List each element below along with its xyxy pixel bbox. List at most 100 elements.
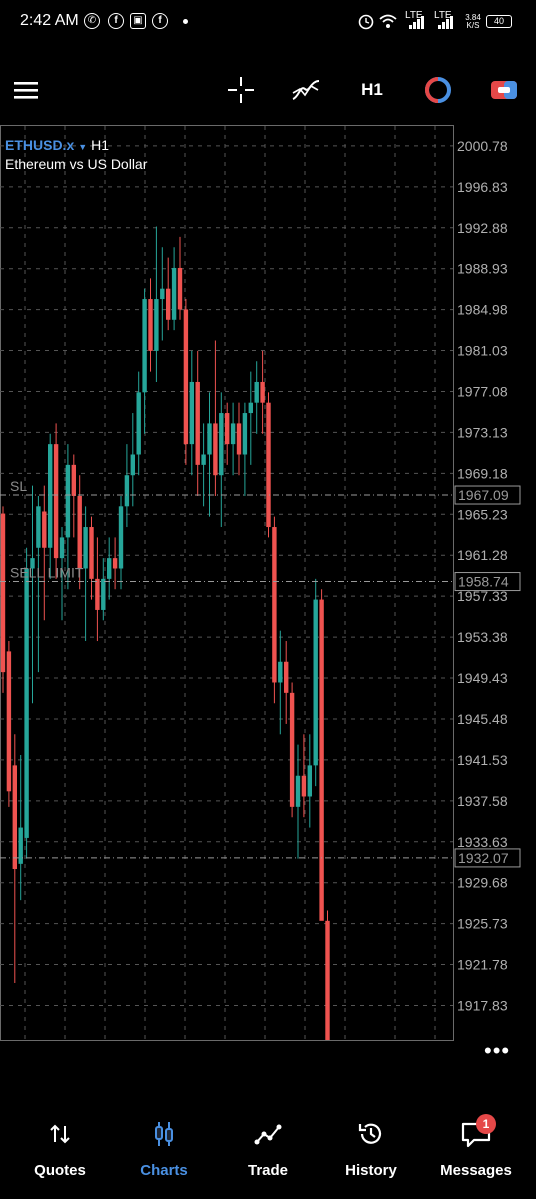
candle-body (189, 381, 194, 445)
y-tick-label: 1953.38 (457, 629, 508, 645)
y-tick-label: 1945.48 (457, 711, 508, 727)
price-level-label: SL (10, 478, 27, 494)
candle-body (142, 299, 147, 393)
quotes-icon (50, 1124, 70, 1144)
nav-messages[interactable]: Messages (428, 1100, 524, 1199)
price-level-label: SELL LIMIT (10, 565, 84, 581)
y-tick-label: 1965.23 (457, 506, 508, 522)
candle-body (177, 267, 183, 310)
candle-body (260, 381, 265, 403)
candle-body (195, 381, 200, 465)
candle-body (272, 527, 277, 683)
y-tick-label: 1973.13 (457, 424, 508, 440)
candle-body (325, 920, 330, 1040)
candle-body (130, 454, 135, 476)
notification-dot-icon (183, 19, 188, 24)
status-time: 2:42 AM (20, 12, 79, 29)
candle-body (266, 402, 271, 528)
chart-frame (0, 125, 454, 1041)
candle-body (160, 288, 165, 300)
nav-history-label: History (345, 1162, 397, 1179)
candle-body (95, 578, 100, 610)
candle-body (166, 288, 171, 320)
candle-body (171, 267, 177, 320)
chart-symbol-header[interactable]: ETHUSD.x ▼ H1 (5, 137, 109, 153)
crosshair-button[interactable] (222, 60, 260, 120)
symbol-name[interactable]: ETHUSD.x (5, 137, 74, 153)
nav-trade[interactable]: Trade (222, 1100, 314, 1199)
candle-body (6, 651, 12, 792)
candle-body (42, 511, 47, 548)
nav-history[interactable]: History (325, 1100, 417, 1199)
candle-body (207, 423, 212, 455)
candle-body (89, 527, 94, 579)
y-tick-label: 1941.53 (457, 752, 508, 768)
price-level-value: 1932.07 (458, 850, 509, 866)
candle-body (230, 423, 236, 445)
candle-body (284, 661, 289, 693)
y-tick-label: 1925.73 (457, 916, 508, 932)
candle-body (201, 454, 206, 465)
nav-messages-label: Messages (440, 1162, 512, 1179)
y-tick-label: 2000.78 (457, 138, 508, 154)
candlestick-chart[interactable]: 2000.78 1996.83 1992.88 1988.93 1984.98 1981.… (0, 125, 536, 1070)
y-tick-label: 1992.88 (457, 220, 508, 236)
candle-body (48, 444, 53, 548)
candle-body (124, 475, 130, 507)
messages-badge: 1 (476, 1114, 496, 1134)
more-options-icon[interactable]: ••• (484, 1038, 510, 1064)
candle-body (242, 413, 248, 455)
nav-charts-label: Charts (140, 1162, 188, 1179)
y-tick-label: 1921.78 (457, 957, 508, 973)
candle-body (112, 558, 118, 569)
y-tick-label: 1988.93 (457, 261, 508, 277)
charts-icon (155, 1122, 173, 1146)
y-tick-label: 1961.28 (457, 547, 508, 563)
nav-quotes[interactable]: Quotes (14, 1100, 106, 1199)
candle-body (183, 309, 189, 445)
signal-icon-1 (409, 16, 424, 29)
facebook-icon-2: f (152, 13, 168, 29)
alarm-icon (358, 14, 374, 30)
nav-charts[interactable]: Charts (118, 1100, 210, 1199)
y-tick-label: 1984.98 (457, 302, 508, 318)
candle-body (254, 381, 259, 403)
candle-body (65, 464, 71, 538)
candle-body (118, 506, 124, 569)
candle-body (101, 578, 106, 610)
price-level-value: 1967.09 (458, 487, 509, 503)
symbol-dropdown-icon[interactable]: ▼ (78, 142, 87, 152)
candle-body (248, 402, 253, 414)
candle-body (136, 392, 141, 455)
indicators-button[interactable] (286, 60, 326, 120)
one-click-trading-icon (425, 77, 451, 103)
one-click-trading-button[interactable] (418, 60, 458, 120)
candle-body (148, 299, 153, 351)
candle-body (83, 527, 88, 569)
candle-body (278, 661, 283, 683)
candle-body (71, 464, 76, 496)
y-tick-label: 1933.63 (457, 834, 508, 850)
candle-body (36, 506, 41, 548)
y-tick-label: 1981.03 (457, 343, 508, 359)
candle-body (24, 568, 29, 838)
candle-body (225, 413, 230, 445)
trade-icon (254, 1124, 282, 1145)
contact-card-icon: ▣ (130, 13, 146, 29)
candle-body (53, 444, 59, 559)
y-tick-label: 1917.83 (457, 997, 508, 1013)
price-chart[interactable]: 2000.78 1996.83 1992.88 1988.93 1984.98 1981.… (0, 125, 536, 1070)
candle-body (59, 537, 65, 559)
menu-button[interactable] (8, 60, 44, 120)
y-tick-label: 1996.83 (457, 179, 508, 195)
bottom-navigation: Quotes Charts Trade History Messages (0, 1100, 536, 1199)
crosshair-icon (228, 77, 254, 103)
candle-body (289, 692, 295, 807)
candle-body (295, 775, 301, 807)
candle-body (77, 495, 82, 569)
signal-icon-2 (438, 16, 453, 29)
candle-body (219, 413, 224, 476)
new-order-button[interactable] (484, 60, 524, 120)
timeframe-button[interactable]: H1 (352, 60, 392, 120)
symbol-timeframe: H1 (91, 137, 110, 153)
